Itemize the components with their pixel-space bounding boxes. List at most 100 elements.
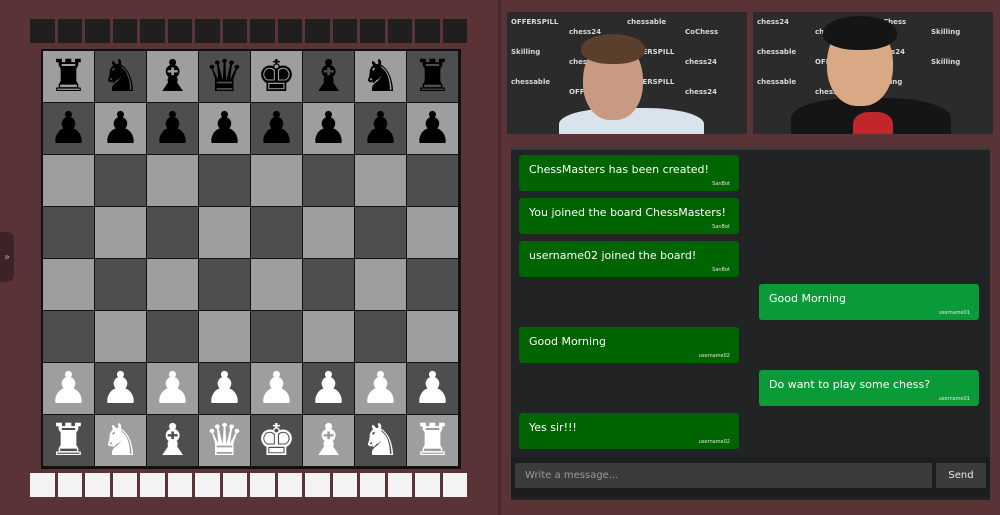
board-square[interactable] (407, 259, 458, 310)
white-piece-icon[interactable]: ♝ (309, 418, 348, 463)
board-square[interactable] (407, 155, 458, 206)
black-piece-icon[interactable]: ♟ (205, 106, 244, 151)
black-piece-icon[interactable]: ♝ (153, 54, 192, 99)
board-square[interactable] (355, 207, 406, 258)
white-piece-icon[interactable]: ♟ (413, 366, 452, 411)
board-square[interactable] (147, 207, 198, 258)
black-piece-icon[interactable]: ♟ (361, 106, 400, 151)
board-square[interactable]: ♟ (355, 363, 406, 414)
black-piece-icon[interactable]: ♛ (205, 54, 244, 99)
chat-messages[interactable]: ChessMasters has been created! SanBot You … (511, 147, 990, 500)
board-square[interactable]: ♟ (303, 103, 354, 154)
board-square[interactable] (355, 259, 406, 310)
board-square[interactable]: ♟ (407, 103, 458, 154)
board-square[interactable] (95, 259, 146, 310)
black-piece-icon[interactable]: ♞ (361, 54, 400, 99)
board-square[interactable]: ♝ (303, 415, 354, 466)
board-square[interactable] (407, 207, 458, 258)
sidebar-expand-icon[interactable]: » (0, 232, 14, 282)
black-piece-icon[interactable]: ♟ (153, 106, 192, 151)
board-square[interactable] (355, 311, 406, 362)
white-piece-icon[interactable]: ♟ (309, 366, 348, 411)
board-square[interactable]: ♟ (251, 363, 302, 414)
board-square[interactable]: ♞ (355, 415, 406, 466)
white-piece-icon[interactable]: ♛ (205, 418, 244, 463)
black-piece-icon[interactable]: ♜ (49, 54, 88, 99)
board-square[interactable]: ♟ (251, 103, 302, 154)
black-piece-icon[interactable]: ♟ (309, 106, 348, 151)
board-square[interactable]: ♞ (95, 51, 146, 102)
board-square[interactable] (147, 259, 198, 310)
board-square[interactable]: ♚ (251, 51, 302, 102)
board-square[interactable] (303, 207, 354, 258)
board-square[interactable]: ♜ (407, 51, 458, 102)
chess-board[interactable]: ♜ ♞ ♝ ♛ ♚ ♝ ♞ ♜ ♟ ♟ ♟ ♟ ♟ ♟ ♟ ♟ ♟ ♟ ♟ ♟ ♟ ♟ ♟ ♟ ♜ ♞ ♝ ♛ ♚ ♝ ♞ ♜ (41, 49, 461, 469)
board-square[interactable]: ♚ (251, 415, 302, 466)
board-square[interactable]: ♜ (407, 415, 458, 466)
board-square[interactable]: ♜ (43, 415, 94, 466)
board-square[interactable] (43, 259, 94, 310)
board-square[interactable] (303, 311, 354, 362)
board-square[interactable]: ♟ (43, 103, 94, 154)
white-piece-icon[interactable]: ♜ (49, 418, 88, 463)
board-square[interactable] (95, 207, 146, 258)
white-piece-icon[interactable]: ♟ (49, 366, 88, 411)
white-piece-icon[interactable]: ♚ (257, 418, 296, 463)
board-square[interactable] (303, 259, 354, 310)
white-piece-icon[interactable]: ♟ (361, 366, 400, 411)
black-piece-icon[interactable]: ♞ (101, 54, 140, 99)
board-square[interactable] (147, 155, 198, 206)
board-square[interactable]: ♟ (95, 103, 146, 154)
board-square[interactable]: ♟ (147, 103, 198, 154)
board-square[interactable]: ♟ (355, 103, 406, 154)
board-square[interactable] (95, 311, 146, 362)
board-square[interactable]: ♝ (147, 51, 198, 102)
white-piece-icon[interactable]: ♟ (153, 366, 192, 411)
board-square[interactable] (199, 207, 250, 258)
black-piece-icon[interactable]: ♜ (413, 54, 452, 99)
board-square[interactable] (199, 259, 250, 310)
board-square[interactable]: ♜ (43, 51, 94, 102)
black-piece-icon[interactable]: ♟ (101, 106, 140, 151)
board-square[interactable]: ♛ (199, 415, 250, 466)
board-square[interactable]: ♟ (95, 363, 146, 414)
board-square[interactable]: ♟ (199, 103, 250, 154)
board-square[interactable]: ♟ (199, 363, 250, 414)
board-square[interactable]: ♛ (199, 51, 250, 102)
board-square[interactable]: ♞ (355, 51, 406, 102)
board-square[interactable] (251, 311, 302, 362)
white-piece-icon[interactable]: ♟ (205, 366, 244, 411)
board-square[interactable] (251, 155, 302, 206)
board-square[interactable]: ♞ (95, 415, 146, 466)
white-piece-icon[interactable]: ♝ (153, 418, 192, 463)
board-square[interactable]: ♟ (303, 363, 354, 414)
board-square[interactable]: ♟ (43, 363, 94, 414)
board-square[interactable]: ♟ (407, 363, 458, 414)
white-piece-icon[interactable]: ♟ (101, 366, 140, 411)
board-square[interactable] (199, 155, 250, 206)
board-square[interactable] (43, 207, 94, 258)
black-piece-icon[interactable]: ♟ (49, 106, 88, 151)
board-square[interactable] (199, 311, 250, 362)
white-piece-icon[interactable]: ♞ (101, 418, 140, 463)
board-square[interactable] (43, 311, 94, 362)
white-piece-icon[interactable]: ♟ (257, 366, 296, 411)
board-square[interactable]: ♝ (147, 415, 198, 466)
board-square[interactable]: ♟ (147, 363, 198, 414)
black-piece-icon[interactable]: ♟ (257, 106, 296, 151)
board-square[interactable] (95, 155, 146, 206)
white-piece-icon[interactable]: ♜ (413, 418, 452, 463)
board-square[interactable] (251, 207, 302, 258)
white-piece-icon[interactable]: ♞ (361, 418, 400, 463)
board-square[interactable] (355, 155, 406, 206)
board-square[interactable] (303, 155, 354, 206)
black-piece-icon[interactable]: ♚ (257, 54, 296, 99)
board-square[interactable] (251, 259, 302, 310)
message-input[interactable] (515, 463, 932, 488)
black-piece-icon[interactable]: ♝ (309, 54, 348, 99)
board-square[interactable] (43, 155, 94, 206)
board-square[interactable] (407, 311, 458, 362)
black-piece-icon[interactable]: ♟ (413, 106, 452, 151)
board-square[interactable] (147, 311, 198, 362)
send-button[interactable]: Send (936, 463, 986, 488)
